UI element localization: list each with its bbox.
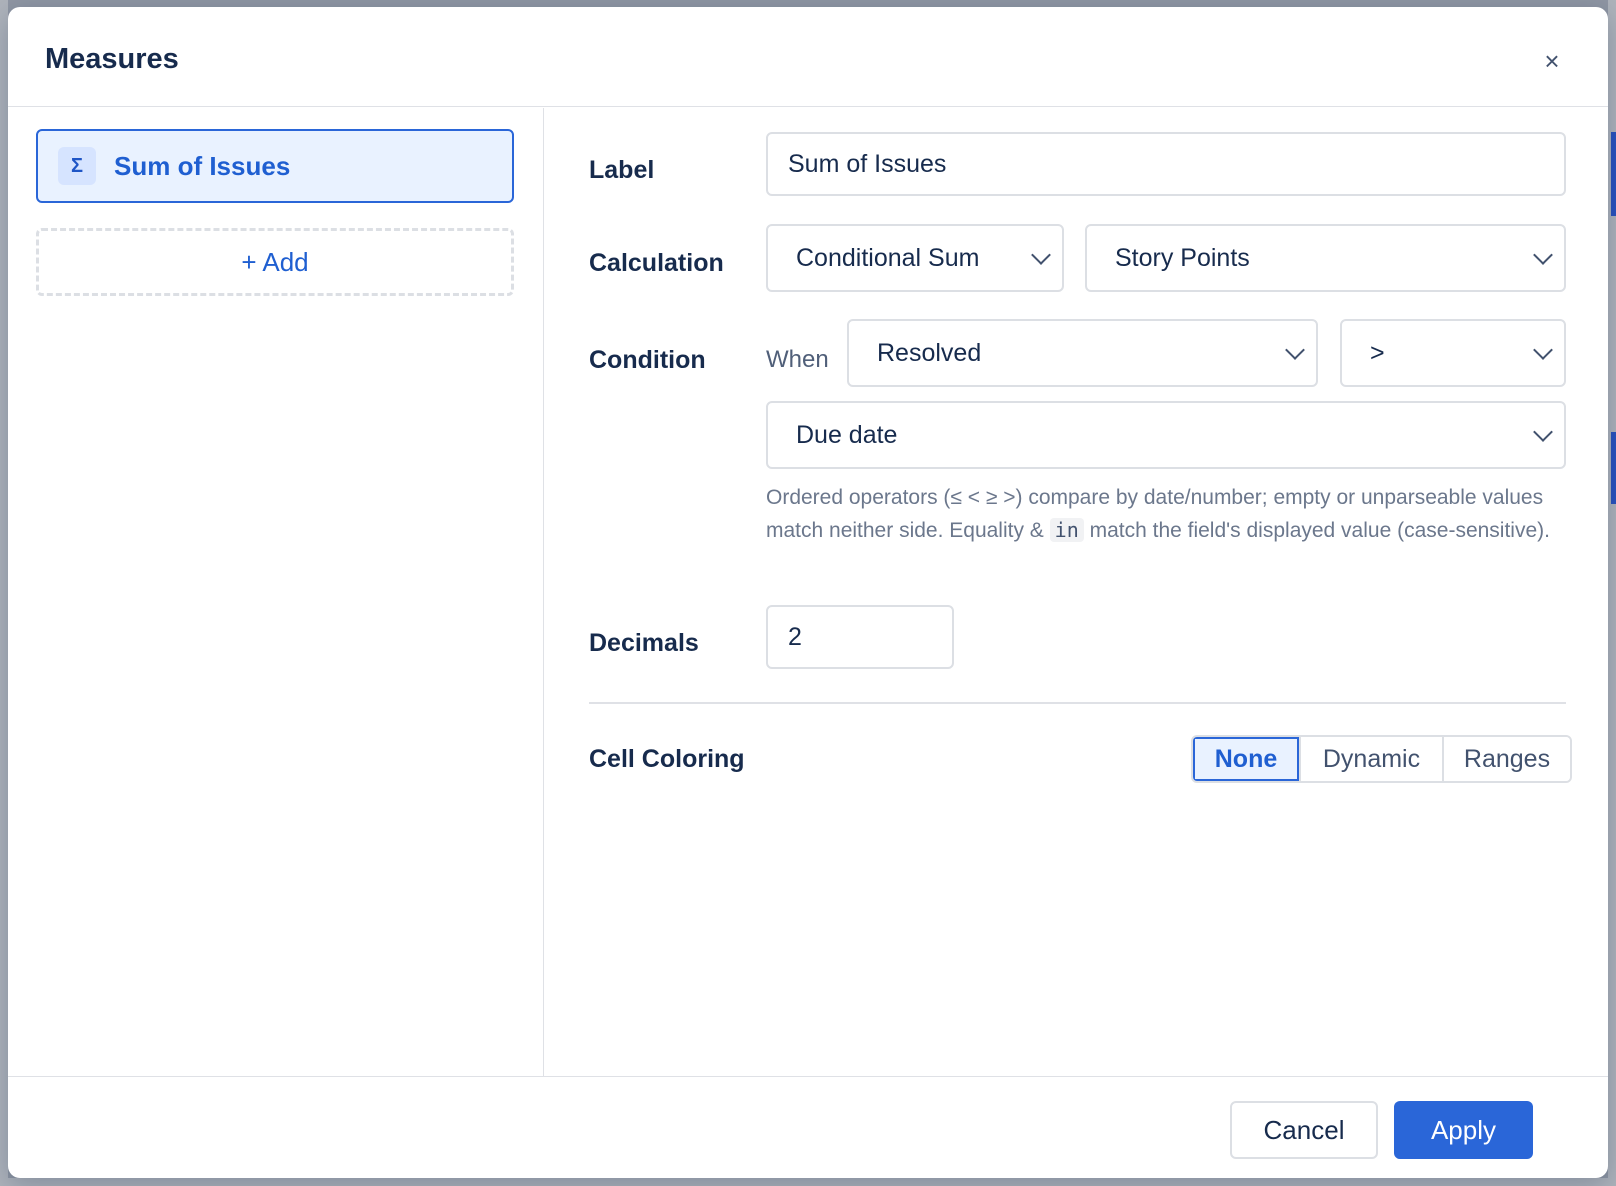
dialog-footer: Cancel Apply (8, 1076, 1608, 1178)
backdrop-accent (1611, 432, 1616, 504)
backdrop-left (0, 0, 8, 1186)
measures-list-pane: Σ Sum of Issues + Add (8, 108, 544, 1076)
backdrop-bottom (0, 1178, 1616, 1186)
decimals-input[interactable]: 2 (766, 605, 954, 669)
chevron-down-icon (1031, 245, 1051, 265)
condition-operator-select[interactable]: > (1340, 319, 1566, 387)
close-icon[interactable]: × (1540, 46, 1564, 76)
chevron-down-icon (1533, 422, 1553, 442)
cell-coloring-ranges-option[interactable]: Ranges (1442, 737, 1570, 781)
condition-field-value: Resolved (877, 338, 982, 367)
measure-editor-pane: Label Sum of Issues Calculation Conditio… (545, 108, 1608, 1076)
add-measure-button[interactable]: + Add (36, 228, 514, 296)
label-input[interactable]: Sum of Issues (766, 132, 1566, 196)
calculation-type-value: Conditional Sum (796, 243, 980, 272)
condition-compare-select[interactable]: Due date (766, 401, 1566, 469)
cell-coloring-none-option[interactable]: None (1193, 737, 1299, 781)
sigma-icon: Σ (58, 147, 96, 185)
help-text-part: match the field's displayed value (case-… (1083, 519, 1550, 542)
condition-when-label: When (766, 346, 829, 373)
help-code-chip: in (1049, 518, 1084, 542)
cancel-button[interactable]: Cancel (1230, 1101, 1378, 1159)
cell-coloring-dynamic-option[interactable]: Dynamic (1299, 737, 1442, 781)
condition-field-title: Condition (589, 346, 706, 374)
dialog-header: Measures × (8, 7, 1608, 107)
condition-field-select[interactable]: Resolved (847, 319, 1318, 387)
measures-dialog: Measures × Σ Sum of Issues + Add Label S… (8, 7, 1608, 1178)
label-input-value: Sum of Issues (788, 149, 947, 178)
decimals-input-value: 2 (788, 622, 802, 651)
condition-operator-value: > (1370, 338, 1385, 367)
cell-coloring-title: Cell Coloring (589, 745, 745, 773)
section-divider (589, 702, 1566, 704)
calculation-field-value: Story Points (1115, 243, 1250, 272)
cell-coloring-toggle: None Dynamic Ranges (1191, 735, 1572, 783)
calculation-field-title: Calculation (589, 249, 724, 277)
backdrop-accent (1611, 132, 1616, 216)
dialog-title: Measures (45, 43, 179, 75)
calculation-type-select[interactable]: Conditional Sum (766, 224, 1064, 292)
condition-compare-value: Due date (796, 420, 898, 449)
condition-help-text: Ordered operators (≤ < ≥ >) compare by d… (766, 481, 1566, 547)
measure-item-sum-of-issues[interactable]: Σ Sum of Issues (36, 129, 514, 203)
chevron-down-icon (1533, 340, 1553, 360)
decimals-field-title: Decimals (589, 629, 699, 657)
apply-button[interactable]: Apply (1394, 1101, 1533, 1159)
chevron-down-icon (1533, 245, 1553, 265)
measure-item-label: Sum of Issues (114, 150, 291, 181)
calculation-field-select[interactable]: Story Points (1085, 224, 1566, 292)
label-field-title: Label (589, 156, 655, 184)
chevron-down-icon (1285, 340, 1305, 360)
